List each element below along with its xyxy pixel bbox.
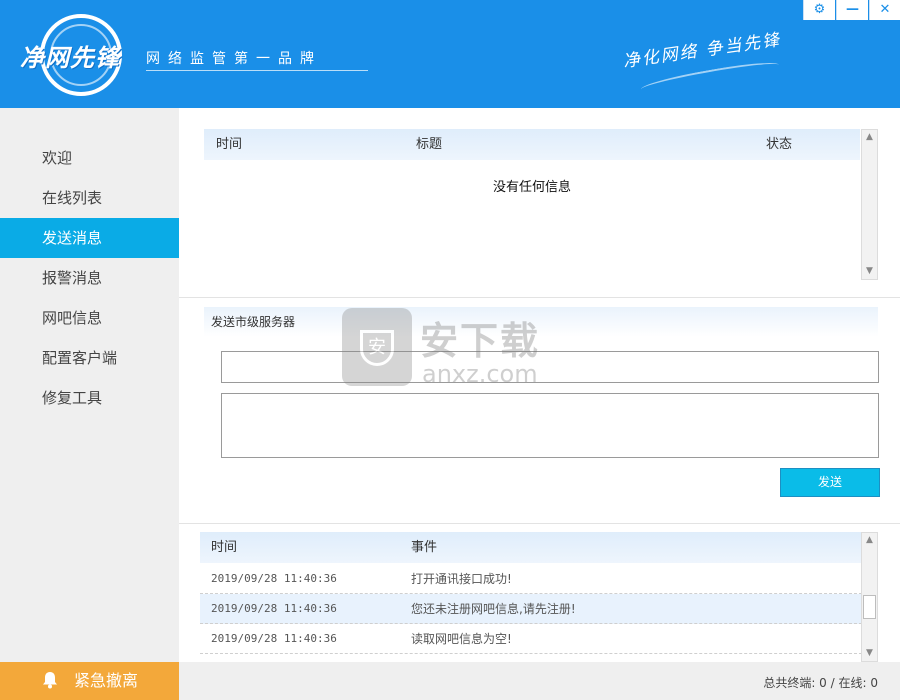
sidebar: 欢迎 在线列表 发送消息 报警消息 网吧信息 配置客户端 修复工具: [0, 108, 179, 700]
terminal-count-status: 总共终端: 0 / 在线: 0: [763, 676, 878, 690]
logo-text: 净网先锋: [20, 44, 120, 72]
scroll-down-icon[interactable]: ▼: [862, 264, 877, 279]
sidebar-item-send-message[interactable]: 发送消息: [0, 218, 179, 258]
sidebar-item-alarm-messages[interactable]: 报警消息: [0, 258, 179, 298]
sidebar-item-configure-client[interactable]: 配置客户端: [0, 338, 179, 378]
emergency-evacuate-button[interactable]: 紧急撤离: [0, 662, 179, 700]
divider: [179, 523, 900, 524]
watermark-domain: anxz.com: [422, 360, 538, 388]
scroll-down-icon[interactable]: ▼: [862, 646, 877, 661]
event-log-row[interactable]: 2019/09/28 11:40:36 您还未注册网吧信息,请先注册!: [200, 594, 862, 624]
watermark-title: 安下载: [420, 319, 541, 363]
minimize-icon[interactable]: —: [836, 0, 868, 20]
sidebar-item-online-list[interactable]: 在线列表: [0, 178, 179, 218]
message-body-textarea[interactable]: [221, 393, 879, 458]
send-button[interactable]: 发送: [780, 468, 880, 497]
emergency-label: 紧急撤离: [74, 671, 139, 690]
bell-icon: [43, 672, 57, 689]
event-time: 2019/09/28 11:40:36: [211, 572, 337, 585]
event-log-row[interactable]: 2019/09/28 11:40:36 打开通讯接口成功!: [200, 564, 862, 594]
scroll-up-icon[interactable]: ▲: [862, 533, 877, 548]
status-bar: 总共终端: 0 / 在线: 0: [179, 662, 900, 700]
column-header-title[interactable]: 标题: [416, 129, 442, 160]
event-text: 您还未注册网吧信息,请先注册!: [411, 602, 576, 616]
event-time: 2019/09/28 11:40:36: [211, 632, 337, 645]
messages-scrollbar[interactable]: ▲ ▼: [861, 129, 878, 280]
brand-slogan: 网络监管第一品牌: [146, 51, 322, 67]
event-log-row[interactable]: 2019/09/28 11:40:36 读取网吧信息为空!: [200, 624, 862, 654]
event-log-scrollbar[interactable]: ▲ ▼: [861, 532, 878, 662]
column-header-log-time[interactable]: 时间: [211, 532, 237, 563]
messages-table-header: 时间 标题 状态: [204, 129, 860, 160]
slogan-underline: [146, 70, 368, 71]
sidebar-item-netcafe-info[interactable]: 网吧信息: [0, 298, 179, 338]
column-header-time[interactable]: 时间: [216, 129, 242, 160]
messages-panel: 时间 标题 状态 没有任何信息 ▲ ▼: [179, 108, 900, 298]
shield-icon: 安: [342, 308, 412, 386]
event-log-header: 时间 事件: [200, 532, 862, 563]
event-time: 2019/09/28 11:40:36: [211, 602, 337, 615]
close-icon[interactable]: ✕: [869, 0, 900, 20]
column-header-status[interactable]: 状态: [766, 129, 792, 160]
gear-icon[interactable]: ⚙: [803, 0, 835, 20]
watermark: 安 安下载 anxz.com: [342, 308, 572, 390]
scroll-up-icon[interactable]: ▲: [862, 130, 877, 145]
column-header-event[interactable]: 事件: [411, 532, 437, 563]
event-text: 打开通讯接口成功!: [411, 572, 512, 586]
empty-message: 没有任何信息: [492, 180, 571, 195]
scroll-thumb[interactable]: [863, 595, 876, 619]
sidebar-item-repair-tool[interactable]: 修复工具: [0, 378, 179, 418]
event-text: 读取网吧信息为空!: [411, 632, 512, 646]
app-header: 净网先锋 网络监管第一品牌 净化网络 争当先锋 ⚙ — ✕: [0, 0, 900, 108]
sidebar-item-welcome[interactable]: 欢迎: [0, 138, 179, 178]
